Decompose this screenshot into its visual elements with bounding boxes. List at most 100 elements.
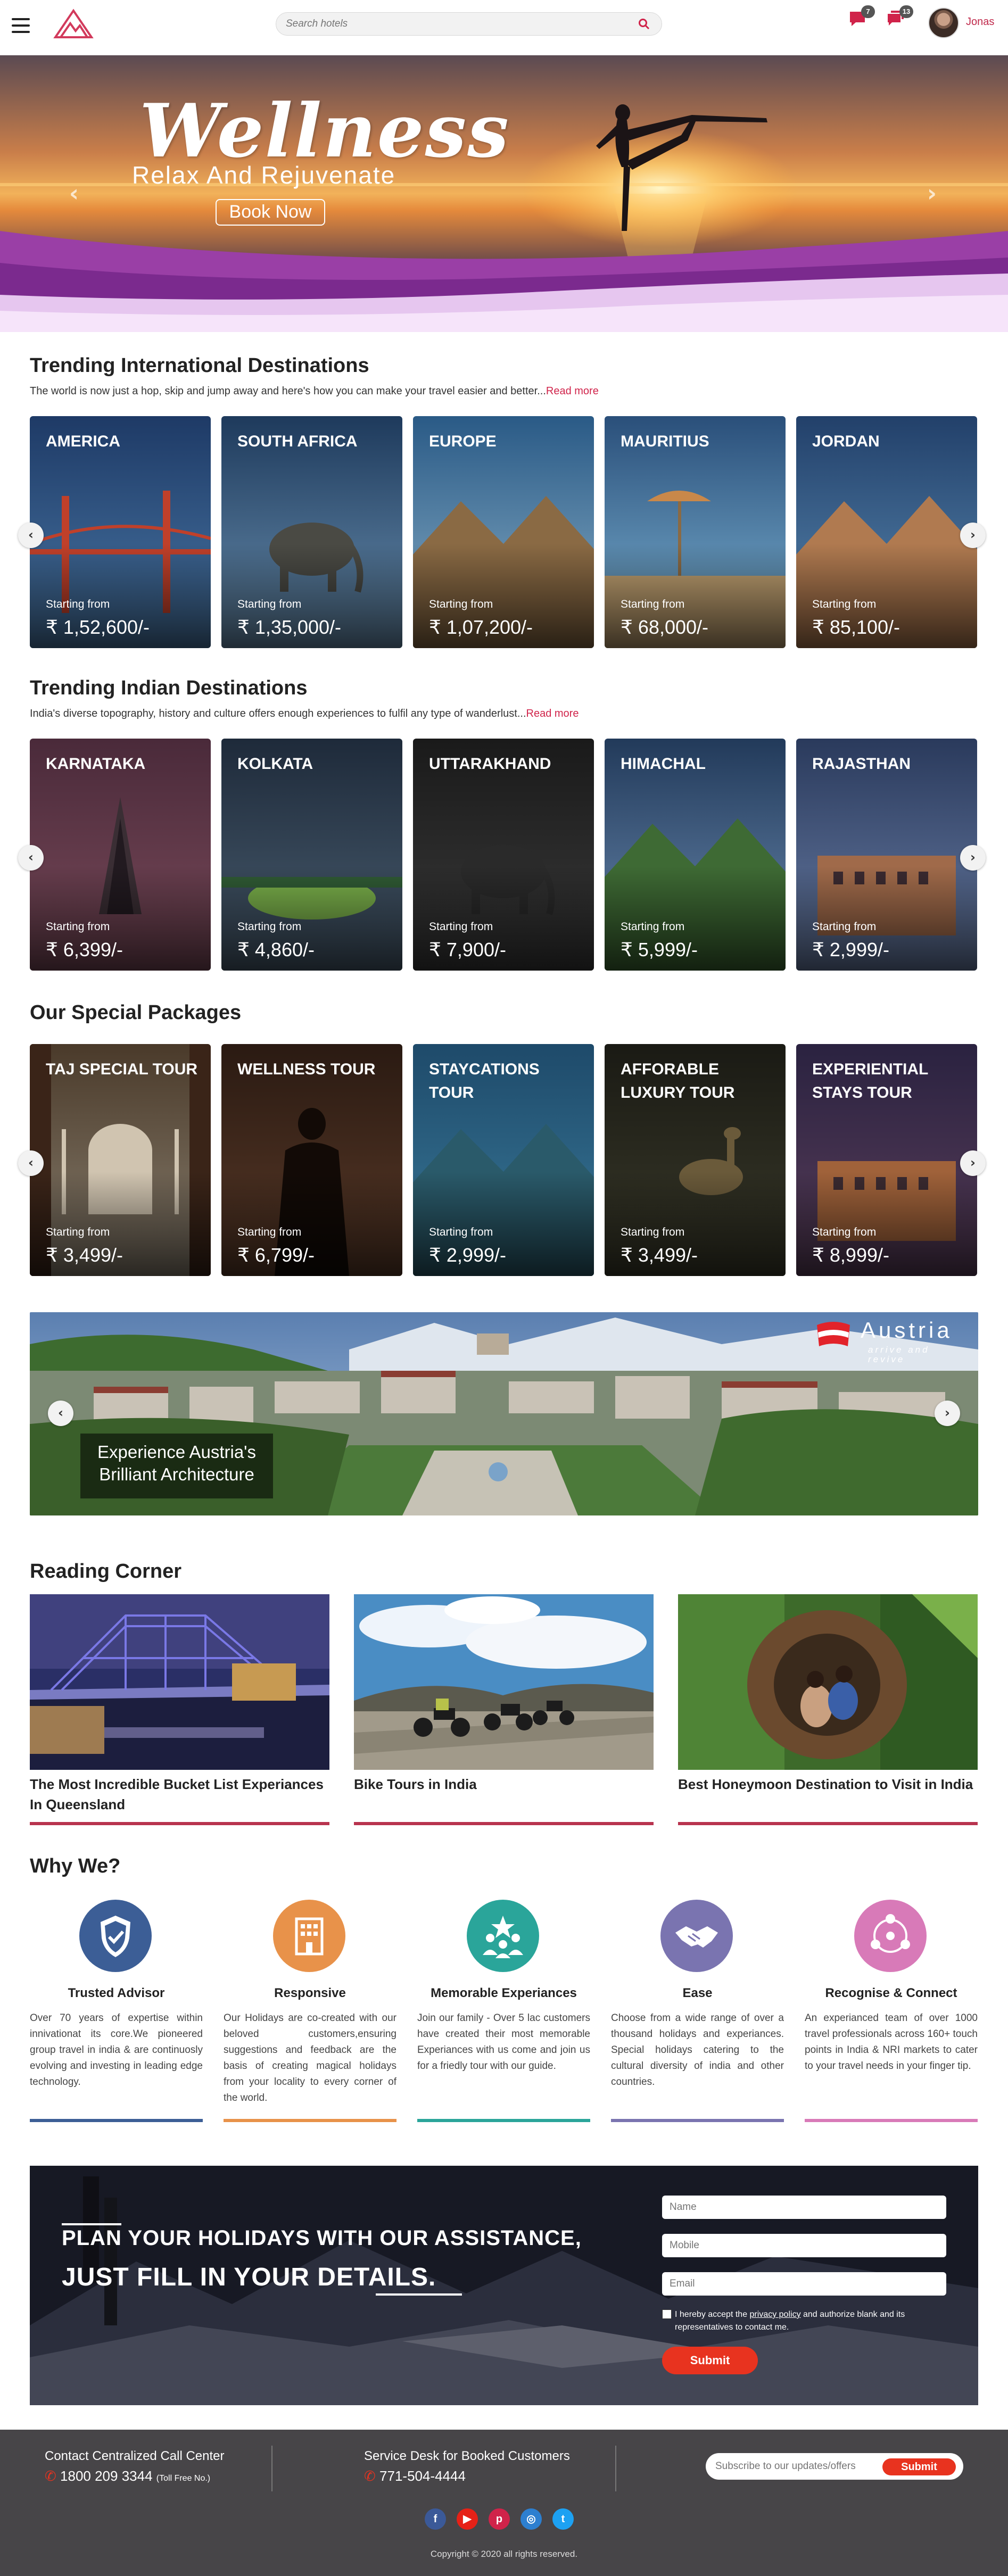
chat-button[interactable]: 7 — [847, 5, 875, 31]
privacy-policy-link[interactable]: privacy policy — [750, 2310, 801, 2319]
indian-card-himachal[interactable]: HIMACHAL Starting from ₹ 5,999/- — [605, 739, 786, 971]
enquiry-form-section: PLAN YOUR HOLIDAYS WITH OUR ASSISTANCE, … — [30, 2166, 978, 2405]
card-starting-from: Starting from — [237, 598, 302, 610]
reading-image-queensland[interactable] — [30, 1594, 329, 1770]
hero-banner: Wellness Relax And Rejuvenate Book Now ‹… — [0, 55, 1008, 332]
card-title: UTTARAKHAND — [429, 755, 551, 773]
brand-logo[interactable] — [52, 7, 95, 40]
reading-title-bike-tours[interactable]: Bike Tours in India — [354, 1774, 654, 1794]
international-card-america[interactable]: AMERICA Starting from ₹ 1,52,600/- — [30, 416, 211, 648]
international-next-arrow[interactable]: › — [960, 523, 986, 548]
call-center-number[interactable]: ✆ 1800 209 3344 (Toll Free No.) — [45, 2468, 210, 2484]
card-title: RAJASTHAN — [812, 755, 911, 773]
book-now-button[interactable]: Book Now — [216, 199, 325, 226]
reading-title-honeymoon[interactable]: Best Honeymoon Destination to Visit in I… — [678, 1774, 978, 1794]
twitter-icon[interactable]: t — [552, 2508, 574, 2530]
hero-next-arrow[interactable]: › — [924, 182, 940, 205]
international-card-jordan[interactable]: JORDAN Starting from ₹ 85,100/- — [796, 416, 977, 648]
international-card-europe[interactable]: EUROPE Starting from ₹ 1,07,200/- — [413, 416, 594, 648]
search-input[interactable] — [286, 13, 616, 35]
newsletter-input[interactable] — [715, 2453, 875, 2480]
austria-tagline: arrive and revive — [868, 1345, 930, 1364]
austria-prev-arrow[interactable]: ‹ — [48, 1401, 73, 1426]
plan-title-line1: PLAN YOUR HOLIDAYS WITH OUR ASSISTANCE, — [62, 2226, 582, 2250]
email-field[interactable] — [662, 2272, 946, 2296]
service-desk-number[interactable]: ✆ 771-504-4444 — [364, 2468, 466, 2484]
card-title: SOUTH AFRICA — [237, 433, 358, 450]
enquiry-submit-button[interactable]: Submit — [662, 2347, 758, 2374]
notification-count-badge: 13 — [899, 5, 913, 18]
why-item-title: Responsive — [274, 1986, 346, 2000]
indian-card-kolkata[interactable]: KOLKATA Starting from ₹ 4,860/- — [221, 739, 402, 971]
reading-title-queensland[interactable]: The Most Incredible Bucket List Experian… — [30, 1774, 329, 1815]
packages-prev-arrow[interactable]: ‹ — [18, 1150, 44, 1176]
card-title: KOLKATA — [237, 755, 313, 773]
card-starting-from: Starting from — [429, 921, 493, 933]
user-name[interactable]: Jonas — [966, 16, 994, 28]
hero-subtitle: Relax And Rejuvenate — [132, 161, 396, 189]
reading-underline — [678, 1822, 978, 1825]
packages-next-arrow[interactable]: › — [960, 1150, 986, 1176]
card-price: ₹ 3,499/- — [621, 1244, 698, 1266]
why-item-desc: Our Holidays are co-created with our bel… — [224, 2012, 396, 2103]
title-accent-bar — [62, 2223, 121, 2225]
indian-card-rajasthan[interactable]: RAJASTHAN Starting from ₹ 2,999/- — [796, 739, 977, 971]
pinterest-icon[interactable]: p — [489, 2508, 510, 2530]
card-starting-from: Starting from — [46, 921, 110, 933]
why-item-title: Trusted Advisor — [68, 1986, 165, 2000]
card-price: ₹ 6,399/- — [46, 939, 123, 960]
reading-underline — [30, 1822, 329, 1825]
why-item-desc: Join our family - Over 5 lac customers h… — [417, 2012, 590, 2072]
why-item-underline — [30, 2119, 203, 2122]
user-avatar[interactable] — [928, 7, 959, 38]
card-price: ₹ 1,35,000/- — [237, 616, 342, 638]
packages-card-afforable-luxury-tour[interactable]: AFFORABLE LUXURY TOUR Starting from ₹ 3,49… — [605, 1044, 786, 1276]
international-prev-arrow[interactable]: ‹ — [18, 523, 44, 548]
indian-card-uttarakhand[interactable]: UTTARAKHAND Starting from ₹ 7,900/- — [413, 739, 594, 971]
card-starting-from: Starting from — [812, 1226, 877, 1238]
packages-card-wellness-tour[interactable]: WELLNESS TOUR Starting from ₹ 6,799/- — [221, 1044, 402, 1276]
consent-checkbox[interactable] — [662, 2309, 672, 2319]
reading-image-honeymoon[interactable] — [678, 1594, 978, 1770]
international-title: Trending International Destinations — [30, 354, 369, 377]
reading-image-bike-tours[interactable] — [354, 1594, 654, 1770]
card-starting-from: Starting from — [621, 1226, 685, 1238]
card-price: ₹ 6,799/- — [237, 1244, 315, 1266]
packages-card-taj-special-tour[interactable]: TAJ SPECIAL TOUR Starting from ₹ 3,499/- — [30, 1044, 211, 1276]
chat-count-badge: 7 — [861, 5, 875, 18]
card-starting-from: Starting from — [237, 921, 302, 933]
card-title: JORDAN — [812, 433, 880, 450]
notifications-button[interactable]: 13 — [886, 5, 913, 31]
plan-title-line2: JUST FILL IN YOUR DETAILS. — [62, 2263, 436, 2291]
indian-read-more-link[interactable]: Read more — [526, 708, 579, 719]
indian-prev-arrow[interactable]: ‹ — [18, 845, 44, 871]
name-field[interactable] — [662, 2196, 946, 2219]
search-bar[interactable] — [276, 12, 662, 36]
packages-card-experiential-stays-tour[interactable]: EXPERIENTIAL STAYS TOUR Starting from ₹ 8,… — [796, 1044, 977, 1276]
search-icon[interactable] — [638, 18, 650, 30]
mobile-field[interactable] — [662, 2234, 946, 2257]
austria-next-arrow[interactable]: › — [935, 1401, 960, 1426]
youtube-icon[interactable]: ▶ — [457, 2508, 478, 2530]
card-starting-from: Starting from — [812, 598, 877, 610]
international-card-south-africa[interactable]: SOUTH AFRICA Starting from ₹ 1,35,000/- — [221, 416, 402, 648]
facebook-icon[interactable]: f — [425, 2508, 446, 2530]
instagram-icon[interactable]: ◎ — [520, 2508, 542, 2530]
international-card-mauritius[interactable]: MAURITIUS Starting from ₹ 68,000/- — [605, 416, 786, 648]
why-item-desc: Over 70 years of expertise within inniva… — [30, 2012, 203, 2088]
menu-icon[interactable] — [12, 18, 30, 34]
star-people-icon — [467, 1900, 539, 1972]
indian-card-karnataka[interactable]: KARNATAKA Starting from ₹ 6,399/- — [30, 739, 211, 971]
card-price: ₹ 3,499/- — [46, 1244, 123, 1266]
card-starting-from: Starting from — [621, 921, 685, 933]
handshake-icon — [660, 1900, 733, 1972]
card-title: WELLNESS TOUR — [237, 1061, 376, 1078]
packages-card-staycations-tour[interactable]: STAYCATIONS TOUR Starting from ₹ 2,999/- — [413, 1044, 594, 1276]
hero-prev-arrow[interactable]: ‹ — [66, 182, 82, 205]
austria-banner[interactable]: Experience Austria's Brilliant Architect… — [30, 1312, 978, 1515]
card-price: ₹ 5,999/- — [621, 939, 698, 960]
newsletter-submit-button[interactable]: Submit — [882, 2458, 956, 2475]
international-read-more-link[interactable]: Read more — [546, 385, 599, 397]
title-underline — [376, 2293, 462, 2296]
indian-next-arrow[interactable]: › — [960, 845, 986, 871]
